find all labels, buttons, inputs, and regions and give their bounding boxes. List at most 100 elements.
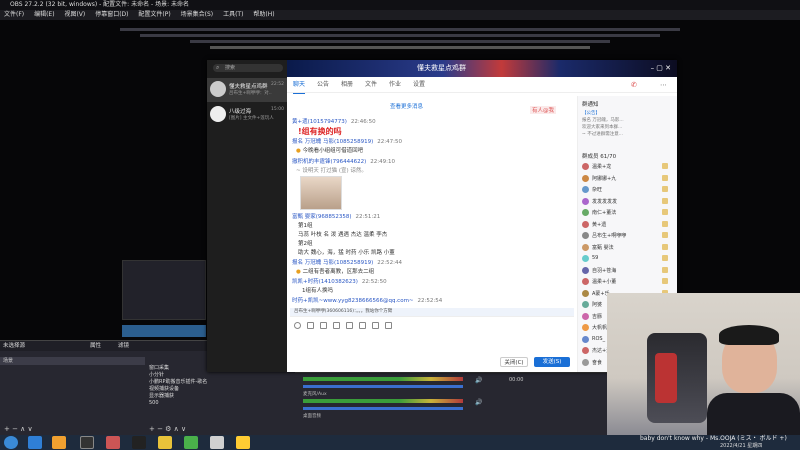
speaker-icon[interactable]: 🔊 xyxy=(475,377,482,384)
conversation-item[interactable]: 八级过海 15:00 [图片] 主文件+莲玩人 xyxy=(207,103,287,127)
member-item[interactable]: 阿娜娜+九 xyxy=(582,174,674,184)
member-name: ROS_ xyxy=(592,335,606,342)
filters-button[interactable]: 滤镜 xyxy=(118,341,129,351)
menu-profile[interactable]: 配置文件(P) xyxy=(138,11,170,18)
clock: 2022/4/21 星期四 xyxy=(720,443,763,449)
close-button[interactable]: 关闭(C) xyxy=(500,357,528,367)
member-item[interactable]: 发发发发发 xyxy=(582,197,674,207)
app-icon[interactable] xyxy=(106,436,120,449)
dock-header: 未选择源 属性 滤镜 xyxy=(0,341,145,351)
message-text: ~ 设明天 打过猫 (宣) 谅然。 xyxy=(296,168,367,174)
start-icon[interactable] xyxy=(4,436,18,449)
properties-button[interactable]: 属性 xyxy=(90,341,101,351)
message-sender[interactable]: 报名 万冠魄 马影(1085258919) xyxy=(292,139,373,145)
speaker-icon[interactable]: 🔊 xyxy=(475,399,482,406)
app-icon[interactable] xyxy=(236,436,250,449)
member-item[interactable]: 黄+遗 xyxy=(582,220,674,230)
mic-volume-slider[interactable] xyxy=(303,385,463,388)
app-icon[interactable] xyxy=(132,436,146,449)
window-title: 懂夫救星点鸡群 xyxy=(417,64,466,72)
menu-scene-collection[interactable]: 场景集合(S) xyxy=(181,11,214,18)
tab-settings[interactable]: 设置 xyxy=(413,77,425,93)
member-item[interactable]: 杂旺 xyxy=(582,185,674,195)
mention-badge[interactable]: 有人@我 xyxy=(530,106,557,114)
source-item[interactable]: 显示器捕获 xyxy=(149,393,295,400)
members-title: 群成员 61/70 xyxy=(582,154,617,160)
message-sender[interactable]: 报名 万冠魄 马影(1085258919) xyxy=(292,260,373,266)
app-icon[interactable] xyxy=(184,436,198,449)
scene-controls[interactable]: + − ∧ ∨ xyxy=(4,425,33,433)
message-sender[interactable]: 黄+遗(1015794773) xyxy=(292,119,347,125)
message-time: 22:52:44 xyxy=(377,260,402,266)
message-sender[interactable]: 富甄 婴家(968852358) xyxy=(292,214,352,220)
image-icon[interactable] xyxy=(346,322,353,329)
source-controls[interactable]: + − ⚙ ∧ ∨ xyxy=(149,425,186,433)
menu-view[interactable]: 视图(V) xyxy=(64,11,85,18)
more-tools-icon[interactable] xyxy=(385,322,392,329)
tab-files[interactable]: 文件 xyxy=(365,77,377,93)
message-image[interactable] xyxy=(300,176,342,210)
song-ticker: baby don't know why - Ms.OOJA (ミス・ ボルド +… xyxy=(640,435,787,442)
app-icon[interactable] xyxy=(158,436,172,449)
member-name: 温柔+小董 xyxy=(592,279,617,285)
more-icon[interactable]: ⋯ xyxy=(660,81,667,89)
source-item[interactable]: 500 xyxy=(149,400,295,407)
member-item[interactable]: 温柔+龙 xyxy=(582,162,674,172)
message-sender[interactable]: 时药+凯凯~www.yyg8238666566@qq.com~ xyxy=(292,298,414,304)
reply-preview-bar[interactable]: 吕布生+啊咿咿(360606116)：。。。我站你个方臂 xyxy=(290,308,574,316)
member-item[interactable]: 温柔+小董 xyxy=(582,277,674,287)
menu-tools[interactable]: 工具(T) xyxy=(223,11,243,18)
member-item[interactable]: 富甄 婴法 xyxy=(582,243,674,253)
member-avatar xyxy=(582,197,589,205)
source-item[interactable]: 视频捕获设备 xyxy=(149,386,295,393)
app-icon[interactable] xyxy=(28,436,42,449)
conversation-item[interactable]: 懂夫救星点鸡群 22:52 吕布生+啊咿咿：对.. xyxy=(207,78,287,102)
member-avatar xyxy=(582,278,589,285)
menu-edit[interactable]: 编辑(E) xyxy=(34,11,54,18)
app-icon[interactable] xyxy=(210,436,224,449)
gif-icon[interactable] xyxy=(307,322,314,329)
member-item[interactable]: 吕布生+啊咿咿 xyxy=(582,231,674,241)
conversation-name: 懂夫救星点鸡群 xyxy=(229,84,268,90)
message-sender[interactable]: 撤积机的丰霆锋(796444622) xyxy=(292,159,366,165)
message-input-area[interactable]: 关闭(C) 发送(S) xyxy=(290,316,574,372)
music-icon[interactable] xyxy=(359,322,366,329)
member-level-icon xyxy=(662,266,668,273)
member-name: 吉豚 xyxy=(592,313,603,320)
obs-icon[interactable] xyxy=(80,436,94,449)
desktop-volume-slider[interactable] xyxy=(303,407,463,410)
member-avatar xyxy=(582,220,589,228)
view-more-link[interactable]: 查看更多消息 xyxy=(390,102,423,110)
search-input[interactable]: 搜索 xyxy=(213,64,283,72)
tab-chat[interactable]: 聊天 xyxy=(293,77,306,94)
member-item[interactable]: 南仁+董法 xyxy=(582,208,674,218)
member-item[interactable]: 自羽+苍海 xyxy=(582,266,674,276)
folder-icon[interactable] xyxy=(52,436,66,449)
folder-icon[interactable] xyxy=(333,322,340,329)
source-item[interactable]: 小分针 xyxy=(149,372,295,379)
scissors-icon[interactable] xyxy=(320,322,327,329)
tab-announcement[interactable]: 公告 xyxy=(317,77,329,93)
mic-label: 麦克风/Aux xyxy=(303,392,327,397)
window-controls[interactable]: – ▢ ✕ xyxy=(651,60,671,77)
notice-content[interactable]: 【公告】 报名 万冠魄，马影... 欢迎大家来到本群... ~ 不过进群需注意.… xyxy=(582,110,624,138)
transition-dock: 00:00 xyxy=(505,372,607,435)
member-avatar xyxy=(582,255,589,262)
scene-list-item[interactable]: 场景 xyxy=(0,357,145,365)
menu-file[interactable]: 文件(F) xyxy=(4,11,24,18)
notice-title: 群通知 xyxy=(582,102,599,108)
member-item[interactable]: 59 xyxy=(582,254,674,264)
mic-icon[interactable] xyxy=(372,322,379,329)
tab-homework[interactable]: 作业 xyxy=(389,77,401,93)
message-sender[interactable]: 凯凯+时药(1410382623) xyxy=(292,279,358,285)
tab-album[interactable]: 相册 xyxy=(341,77,353,93)
source-item[interactable]: 小鹏RP助搬音乐插件-歌名 xyxy=(149,379,295,386)
message-time: 22:49:10 xyxy=(370,159,395,165)
member-avatar xyxy=(582,347,589,354)
call-icon[interactable]: ✆ xyxy=(631,81,637,89)
conversation-time: 15:00 xyxy=(271,107,284,112)
menu-docks[interactable]: 停靠窗口(D) xyxy=(95,11,128,18)
send-button[interactable]: 发送(S) xyxy=(534,357,570,367)
emoji-picker-icon[interactable] xyxy=(294,322,301,329)
menu-help[interactable]: 帮助(H) xyxy=(253,11,274,18)
